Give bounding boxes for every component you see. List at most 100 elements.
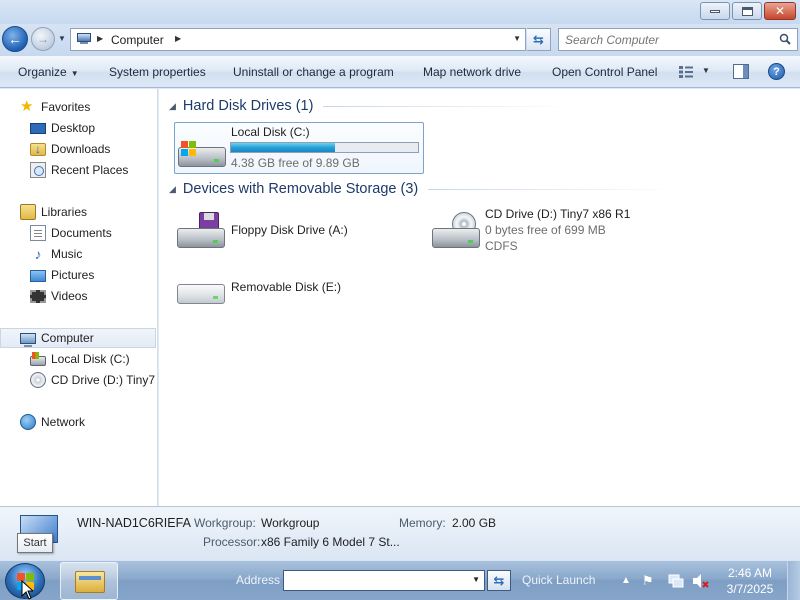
title-bar: ✕ — [0, 0, 800, 24]
sidebar-item-pictures[interactable]: Pictures — [0, 265, 156, 285]
collapse-triangle-icon[interactable]: ◢ — [169, 101, 176, 112]
sidebar-item-libraries[interactable]: Libraries — [0, 202, 156, 222]
window-controls: ✕ — [700, 2, 796, 20]
search-box[interactable] — [558, 28, 798, 51]
sidebar-item-downloads[interactable]: Downloads — [0, 139, 156, 159]
view-options-dropdown-icon[interactable]: ▼ — [702, 66, 710, 75]
workgroup-value: Workgroup — [261, 516, 320, 530]
drive-name: Local Disk (C:) — [231, 125, 310, 139]
network-tray-icon[interactable] — [668, 573, 684, 589]
processor-value: x86 Family 6 Model 7 St... — [261, 535, 400, 549]
sidebar-item-recent-places[interactable]: Recent Places — [0, 160, 156, 180]
drive-tile-removable[interactable]: Removable Disk (E:) — [174, 264, 424, 310]
removable-drive-icon — [177, 268, 225, 306]
floppy-drive-icon — [177, 212, 225, 250]
volume-muted-icon[interactable] — [692, 573, 710, 589]
system-properties-button[interactable]: System properties — [109, 65, 206, 79]
action-center-flag-icon[interactable]: ⚑ — [642, 573, 654, 589]
music-icon: ♪ — [34, 246, 42, 262]
sidebar-item-network[interactable]: Network — [0, 412, 156, 432]
show-desktop-button[interactable] — [787, 561, 800, 600]
recent-pages-dropdown[interactable]: ▼ — [58, 34, 66, 43]
open-control-panel-button[interactable]: Open Control Panel — [552, 65, 657, 79]
maximize-button[interactable] — [732, 2, 762, 20]
group-title: Hard Disk Drives (1) — [182, 98, 314, 114]
cd-drive-icon — [30, 372, 46, 388]
address-bar[interactable]: ▶ Computer ▶ ▼ — [70, 28, 526, 51]
group-header-hard-disk-drives[interactable]: ◢ Hard Disk Drives (1) — [169, 98, 574, 114]
address-dropdown-icon[interactable]: ▼ — [513, 34, 521, 43]
documents-icon — [30, 225, 46, 241]
sidebar-item-label: Libraries — [41, 205, 88, 219]
processor-label: Processor: — [203, 535, 261, 549]
drive-name: CD Drive (D:) Tiny7 x86 R1 — [485, 207, 631, 221]
sidebar-item-computer[interactable]: Computer — [0, 328, 156, 348]
chevron-down-icon[interactable]: ▼ — [472, 575, 480, 584]
command-bar: Organize ▼ System properties Uninstall or… — [0, 56, 800, 88]
address-toolbar-label: Address — [236, 573, 281, 587]
back-button[interactable]: ← — [2, 26, 28, 52]
sidebar-item-videos[interactable]: Videos — [0, 286, 156, 306]
sidebar-item-label: Recent Places — [51, 163, 129, 177]
sidebar-item-desktop[interactable]: Desktop — [0, 118, 156, 138]
sidebar-item-label: Downloads — [51, 142, 111, 156]
system-clock[interactable]: 2:46 AM 3/7/2025 — [722, 565, 778, 597]
close-button[interactable]: ✕ — [764, 2, 796, 20]
drive-tile-floppy[interactable]: Floppy Disk Drive (A:) — [174, 205, 424, 255]
drive-free-space: 0 bytes free of 699 MB — [485, 223, 606, 237]
hard-drive-icon — [178, 131, 226, 169]
organize-label: Organize — [18, 65, 67, 79]
navigation-pane: ★ Favorites Desktop Downloads Recent Plac… — [0, 89, 158, 506]
drive-filesystem: CDFS — [485, 239, 518, 253]
sidebar-item-music[interactable]: ♪ Music — [0, 244, 156, 264]
downloads-folder-icon — [30, 142, 46, 156]
sidebar-item-label: Local Disk (C:) — [51, 352, 130, 366]
map-network-drive-button[interactable]: Map network drive — [423, 65, 521, 79]
drive-tile-cd[interactable]: CD Drive (D:) Tiny7 x86 R1 0 bytes free … — [429, 205, 679, 255]
breadcrumb-chevron-icon[interactable]: ▶ — [97, 34, 103, 43]
quick-launch-label[interactable]: Quick Launch — [522, 573, 595, 587]
breadcrumb-computer[interactable]: Computer — [111, 33, 164, 47]
breadcrumb-chevron-icon[interactable]: ▶ — [175, 34, 181, 43]
refresh-button[interactable]: ⇆ — [527, 28, 551, 51]
taskbar-explorer-button[interactable] — [60, 562, 118, 600]
sidebar-item-favorites[interactable]: ★ Favorites — [0, 97, 156, 117]
taskbar-address-input[interactable] — [287, 572, 467, 589]
drive-free-space: 4.38 GB free of 9.89 GB — [231, 156, 360, 170]
computer-name: WIN-NAD1C6RIEFA — [77, 516, 191, 530]
memory-label: Memory: — [399, 516, 446, 530]
preview-pane-icon[interactable] — [733, 64, 749, 79]
taskbar-address-box[interactable]: ▼ — [283, 570, 485, 591]
show-hidden-icons-icon[interactable]: ▲ — [621, 575, 631, 586]
sidebar-item-label: Videos — [51, 289, 88, 303]
forward-arrow-icon: → — [37, 32, 49, 46]
collapse-triangle-icon[interactable]: ◢ — [169, 184, 176, 195]
computer-icon — [20, 332, 36, 347]
chevron-down-icon: ▼ — [70, 69, 79, 78]
sidebar-item-label: Documents — [51, 226, 112, 240]
network-icon — [20, 414, 36, 430]
taskbar-go-button[interactable]: ⇆ — [487, 570, 511, 591]
organize-button[interactable]: Organize ▼ — [18, 65, 79, 79]
forward-button[interactable]: → — [31, 27, 55, 51]
folder-icon — [75, 571, 105, 593]
search-icon[interactable] — [779, 33, 791, 45]
sidebar-item-label: CD Drive (D:) Tiny7 x86 R1 — [51, 373, 156, 387]
group-divider — [323, 105, 574, 107]
pictures-icon — [30, 270, 46, 282]
group-header-removable-storage[interactable]: ◢ Devices with Removable Storage (3) — [169, 181, 679, 197]
star-icon: ★ — [20, 98, 34, 115]
navigation-bar: ← → ▼ ▶ Computer ▶ ▼ ⇆ — [0, 24, 800, 56]
drive-tile-local-disk[interactable]: Local Disk (C:) 4.38 GB free of 9.89 GB — [174, 122, 424, 174]
sidebar-item-cd-drive[interactable]: CD Drive (D:) Tiny7 x86 R1 — [0, 370, 156, 390]
change-view-icon[interactable] — [678, 65, 694, 79]
minimize-button[interactable] — [700, 2, 730, 20]
cd-drive-icon — [432, 212, 480, 250]
sidebar-item-local-disk[interactable]: Local Disk (C:) — [0, 349, 156, 369]
uninstall-program-button[interactable]: Uninstall or change a program — [233, 65, 394, 79]
sidebar-item-documents[interactable]: Documents — [0, 223, 156, 243]
group-divider — [428, 188, 679, 190]
search-input[interactable] — [565, 32, 770, 47]
back-arrow-icon: ← — [8, 31, 22, 47]
help-icon[interactable]: ? — [768, 63, 785, 80]
